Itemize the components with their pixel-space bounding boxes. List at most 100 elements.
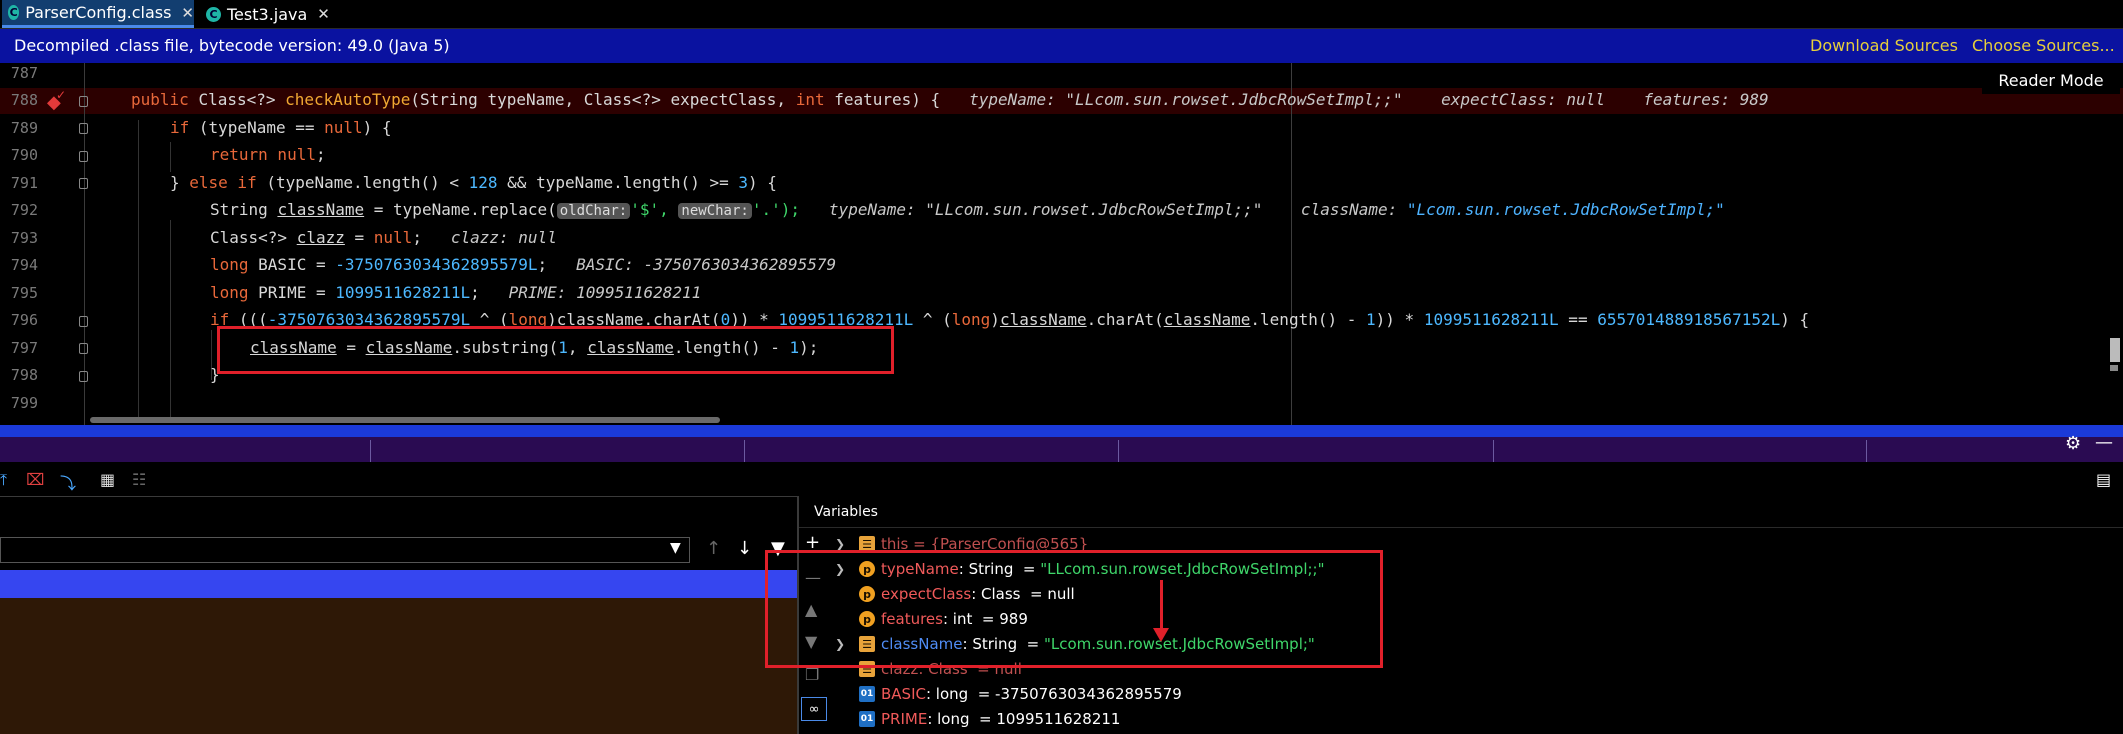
code-token: .length() - <box>1250 310 1366 329</box>
line-number: 793 <box>10 229 38 247</box>
code-token: String <box>210 200 278 219</box>
divider <box>799 527 2123 528</box>
code-line-789: if (typeName == null) { <box>170 118 392 137</box>
trace-icon[interactable]: ☷ <box>132 470 146 489</box>
breakpoint-check-icon: ✓ <box>56 88 67 102</box>
code-token: ; <box>470 283 480 302</box>
tab-parserconfig[interactable]: C ParserConfig.class ✕ <box>2 0 194 28</box>
tab-test3[interactable]: C Test3.java ✕ <box>206 0 332 28</box>
param-name-hint: oldChar: <box>556 203 631 219</box>
close-icon[interactable]: ✕ <box>181 4 194 22</box>
execution-line-strip <box>0 425 2123 437</box>
code-token: null <box>324 118 363 137</box>
download-sources-link[interactable]: Download Sources <box>1810 36 1958 55</box>
code-token: ) { <box>748 173 777 192</box>
code-token: Class<?> <box>210 228 297 247</box>
line-number: 796 <box>10 311 38 329</box>
code-line-795: long PRIME = 1099511628211L; PRIME: 1099… <box>210 283 701 302</box>
arrow-up-icon[interactable]: ↑ <box>706 538 721 559</box>
class-file-icon: C <box>8 5 20 20</box>
chevron-right-icon[interactable]: ❯ <box>835 537 849 551</box>
code-token: (typeName.length() < <box>256 173 469 192</box>
chevron-down-icon[interactable]: ▼ <box>670 540 681 556</box>
variable-row[interactable]: 01 PRIME: long = 1099511628211 <box>835 707 1120 731</box>
annotation-box <box>765 550 1383 668</box>
code-token: 655701488918567152L <box>1597 310 1781 329</box>
code-token: '.'); <box>751 200 801 219</box>
inline-value-hint: BASIC: -3750763034362895579 <box>576 255 837 274</box>
code-line-788: public Class<?> checkAutoType(String typ… <box>131 90 1769 109</box>
variable-name: PRIME <box>881 710 928 728</box>
code-token: ) <box>990 310 1000 329</box>
param-name-hint: newChar: <box>678 203 752 219</box>
inline-value-hint: typeName: "LLcom.sun.rowset.JdbcRowSetIm… <box>969 90 1769 109</box>
divider <box>0 496 798 497</box>
fold-icon[interactable] <box>79 123 88 134</box>
code-token: long <box>210 255 249 274</box>
fold-icon[interactable] <box>79 178 88 189</box>
fold-icon[interactable] <box>79 96 88 107</box>
run-to-cursor-icon[interactable]: ⤵ <box>60 470 76 494</box>
indent-guide <box>170 220 171 420</box>
code-token: 128 <box>468 173 498 192</box>
code-token: return <box>210 145 268 164</box>
fold-icon[interactable] <box>79 151 88 162</box>
line-number: 788 <box>10 91 38 109</box>
code-token: ^ ( <box>913 310 952 329</box>
code-token: else if <box>189 173 257 192</box>
fold-icon[interactable] <box>79 371 88 382</box>
line-number: 789 <box>10 119 38 137</box>
variable-row[interactable]: 01 BASIC: long = -3750763034362895579 <box>835 682 1182 706</box>
watches-icon[interactable]: ∞ <box>801 697 827 721</box>
code-token: public <box>131 90 189 109</box>
line-number: 787 <box>10 64 38 82</box>
line-number: 791 <box>10 174 38 192</box>
tab-label: Test3.java <box>227 4 308 24</box>
line-number: 798 <box>10 366 38 384</box>
fold-icon[interactable] <box>79 316 88 327</box>
code-token: ; <box>537 255 548 274</box>
inline-value-hint: typeName: "LLcom.sun.rowset.JdbcRowSetIm… <box>828 200 1407 219</box>
arrow-down-icon[interactable]: ↓ <box>737 538 752 559</box>
code-line-793: Class<?> clazz = null; clazz: null <box>210 228 557 247</box>
divider <box>1866 440 1867 462</box>
java-file-icon: C <box>206 6 221 22</box>
banner-text: Decompiled .class file, bytecode version… <box>14 36 450 55</box>
fold-icon[interactable] <box>79 343 88 354</box>
code-token: ) { <box>1780 310 1810 329</box>
code-line-790: return null; <box>210 145 326 164</box>
choose-sources-link[interactable]: Choose Sources... <box>1972 36 2115 55</box>
horizontal-scrollbar[interactable] <box>90 417 720 423</box>
frames-list[interactable] <box>0 598 798 734</box>
variables-header: Variables <box>814 504 878 520</box>
code-token: ; <box>315 145 326 164</box>
code-line-791: } else if (typeName.length() < 128 && ty… <box>170 173 777 192</box>
thread-selector[interactable] <box>0 537 690 563</box>
tab-label: ParserConfig.class <box>25 3 172 22</box>
drop-frame-icon[interactable]: ⌧ <box>26 470 44 489</box>
gear-icon[interactable]: ⚙ <box>2065 433 2081 454</box>
code-token: '$', <box>630 200 679 219</box>
code-token: Class<?> <box>198 90 276 109</box>
close-icon[interactable]: ✕ <box>317 5 330 23</box>
selected-frame-row[interactable] <box>0 570 798 598</box>
code-token: null <box>373 228 413 247</box>
variable-type: : long = 1099511628211 <box>927 710 1121 728</box>
local-icon: 01 <box>859 711 875 727</box>
minimize-icon[interactable]: — <box>2095 432 2113 453</box>
code-token: long <box>951 310 991 329</box>
code-token: -3750763034362895579L <box>335 255 538 274</box>
code-token: 3 <box>738 173 748 192</box>
code-token: (typeName == <box>189 118 325 137</box>
code-token: null <box>267 145 316 164</box>
divider <box>370 440 371 462</box>
code-token: = <box>344 228 374 247</box>
vertical-scrollbar[interactable] <box>2110 338 2120 362</box>
code-token: 1 <box>1366 310 1376 329</box>
code-token: int <box>795 90 825 109</box>
evaluate-expression-icon[interactable]: ▦ <box>100 470 115 489</box>
line-number: 797 <box>10 339 38 357</box>
reader-mode-button[interactable]: Reader Mode <box>1982 66 2120 94</box>
layout-icon[interactable]: ▤ <box>2096 470 2111 489</box>
step-out-icon[interactable]: ⤒ <box>0 470 7 490</box>
